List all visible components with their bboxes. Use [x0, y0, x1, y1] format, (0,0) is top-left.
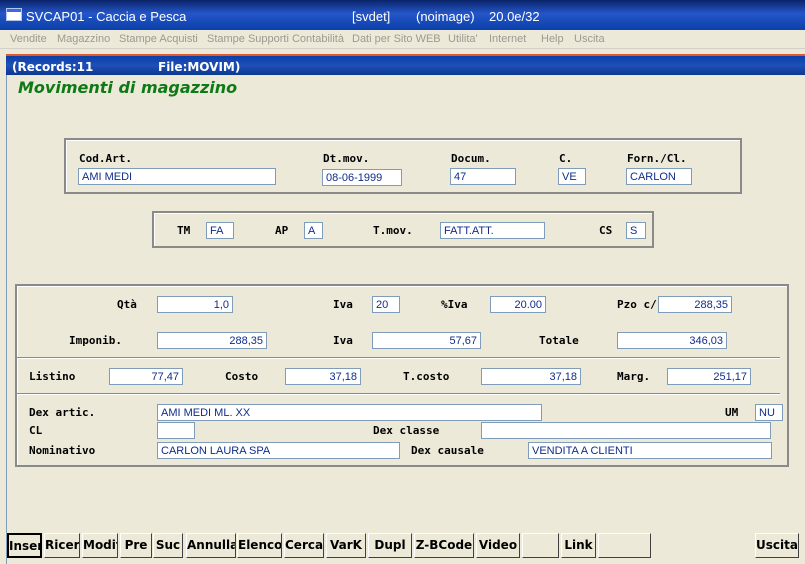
menu-stampe-acquisti[interactable]: Stampe Acquisti — [119, 33, 198, 45]
marg-field[interactable]: 251,17 — [667, 368, 751, 385]
tmov-label: T.mov. — [373, 224, 413, 237]
elenco-button[interactable]: Elenco — [237, 533, 282, 558]
divider — [17, 357, 780, 359]
docum-field[interactable]: 47 — [450, 168, 516, 185]
dt-mov-field[interactable]: 08-06-1999 — [322, 169, 402, 186]
um-field[interactable]: NU — [755, 404, 783, 421]
menu-bar: Vendite Magazzino Stampe Acquisti Stampe… — [0, 30, 805, 49]
dt-mov-label: Dt.mov. — [323, 152, 370, 165]
cerca-button[interactable]: Cerca — [284, 533, 324, 558]
tcosto-label: T.costo — [403, 370, 450, 383]
iva-code-field[interactable]: 20 — [372, 296, 400, 313]
menu-uscita[interactable]: Uscita — [574, 33, 605, 45]
qta-field[interactable]: 1,0 — [157, 296, 233, 313]
menu-utilita[interactable]: Utilita' — [448, 33, 478, 45]
blank-button[interactable] — [598, 533, 651, 558]
listino-label: Listino — [29, 370, 76, 383]
totale-label: Totale — [539, 334, 579, 347]
c-label: C. — [559, 152, 573, 165]
header-frame — [64, 138, 742, 194]
video-button[interactable]: Video — [476, 533, 520, 558]
suc-button[interactable]: Suc — [153, 533, 183, 558]
link-button[interactable]: Link — [561, 533, 596, 558]
inser-button[interactable]: Inser — [7, 533, 42, 558]
pre-button[interactable]: Pre — [120, 533, 152, 558]
title-bar[interactable]: SVCAP01 - Caccia e Pesca [svdet] (noimag… — [0, 0, 805, 30]
app-title: SVCAP01 - Caccia e Pesca — [26, 9, 187, 24]
iva-label: Iva — [333, 298, 353, 311]
records-count: (Records:11 — [12, 60, 94, 74]
iva-amount-label: Iva — [333, 334, 353, 347]
dex-causale-label: Dex causale — [411, 444, 484, 457]
zbcode-button[interactable]: Z-BCode — [414, 533, 474, 558]
menu-internet[interactable]: Internet — [489, 33, 526, 45]
marg-label: Marg. — [617, 370, 651, 383]
session-name: [svdet] — [352, 9, 391, 24]
menu-magazzino[interactable]: Magazzino — [57, 33, 110, 45]
blank-button[interactable] — [522, 533, 559, 558]
divider — [17, 393, 780, 395]
menu-dati-sito-web[interactable]: Dati per Sito WEB — [352, 33, 441, 45]
dex-causale-field[interactable]: VENDITA A CLIENTI — [528, 442, 772, 459]
perc-iva-label: %Iva — [441, 298, 468, 311]
menu-vendite[interactable]: Vendite — [10, 33, 47, 45]
imponib-field[interactable]: 288,35 — [157, 332, 267, 349]
cs-label: CS — [599, 224, 613, 237]
annulla-button[interactable]: Annulla — [186, 533, 236, 558]
ap-label: AP — [275, 224, 289, 237]
ap-field[interactable]: A — [304, 222, 323, 239]
window-icon[interactable] — [6, 8, 22, 21]
nominativo-field[interactable]: CARLON LAURA SPA — [157, 442, 400, 459]
docum-label: Docum. — [451, 152, 491, 165]
cl-label: CL — [29, 424, 43, 437]
nominativo-label: Nominativo — [29, 444, 96, 457]
imponib-label: Imponib. — [69, 334, 122, 347]
cod-art-label: Cod.Art. — [79, 152, 132, 165]
um-label: UM — [725, 406, 739, 419]
dex-artic-label: Dex artic. — [29, 406, 96, 419]
cs-field[interactable]: S — [626, 222, 646, 239]
listino-field[interactable]: 77,47 — [109, 368, 183, 385]
vark-button[interactable]: VarK — [326, 533, 366, 558]
perc-iva-field[interactable]: 20.00 — [490, 296, 546, 313]
tm-field[interactable]: FA — [206, 222, 234, 239]
record-status-bar: (Records:11 File:MOVIM) — [6, 54, 805, 75]
tm-label: TM — [177, 224, 191, 237]
c-field[interactable]: VE — [558, 168, 586, 185]
dupl-button[interactable]: Dupl — [368, 533, 412, 558]
cod-art-field[interactable]: AMI MEDI — [78, 168, 276, 185]
forn-cl-field[interactable]: CARLON — [626, 168, 692, 185]
costo-field[interactable]: 37,18 — [285, 368, 361, 385]
file-name: File:MOVIM) — [158, 60, 241, 74]
totale-field[interactable]: 346,03 — [617, 332, 727, 349]
forn-cl-label: Forn./Cl. — [627, 152, 687, 165]
iva-amount-field[interactable]: 57,67 — [372, 332, 481, 349]
tcosto-field[interactable]: 37,18 — [481, 368, 581, 385]
app-version: 20.0e/32 — [489, 9, 540, 24]
dex-artic-field[interactable]: AMI MEDI ML. XX — [157, 404, 542, 421]
pzo-field[interactable]: 288,35 — [658, 296, 732, 313]
image-status: (noimage) — [416, 9, 475, 24]
tmov-field[interactable]: FATT.ATT. — [440, 222, 545, 239]
qta-label: Qtà — [117, 298, 137, 311]
pzo-label: Pzo c/ — [617, 298, 657, 311]
cl-field[interactable] — [157, 422, 195, 439]
form-title: Movimenti di magazzino — [18, 78, 238, 97]
menu-stampe-supporti[interactable]: Stampe Supporti Contabilità — [207, 33, 344, 45]
dex-classe-field[interactable] — [481, 422, 771, 439]
dex-classe-label: Dex classe — [373, 424, 440, 437]
menu-help[interactable]: Help — [541, 33, 564, 45]
uscita-button[interactable]: Uscita — [755, 533, 799, 558]
costo-label: Costo — [225, 370, 259, 383]
ricer-button[interactable]: Ricer — [44, 533, 80, 558]
modif-button[interactable]: Modif — [82, 533, 118, 558]
